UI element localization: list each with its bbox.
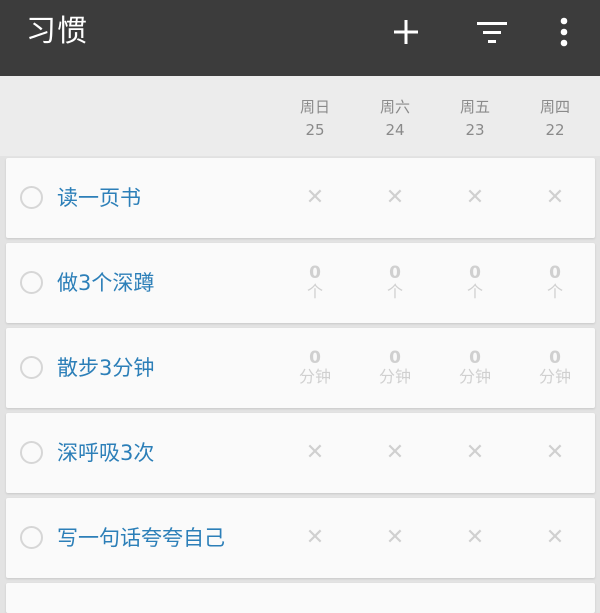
habit-count-cell[interactable]: 0 个 — [365, 243, 425, 323]
habit-name[interactable]: 散步3分钟 — [57, 353, 154, 383]
habit-count-cell[interactable]: 0 个 — [525, 243, 585, 323]
cross-mark-icon: ✕ — [305, 525, 325, 550]
habit-count-cell[interactable]: 0 分钟 — [525, 328, 585, 408]
day-column-header[interactable]: 周四 22 — [525, 96, 585, 142]
date-label: 24 — [385, 121, 405, 139]
filter-icon — [477, 22, 507, 43]
app-bar: 习惯 — [0, 0, 600, 76]
count-unit: 分钟 — [538, 367, 571, 386]
page-title: 习惯 — [26, 14, 88, 49]
count-value: 0 — [309, 263, 321, 283]
habit-score-ring — [20, 271, 43, 294]
date-label: 25 — [305, 121, 325, 139]
cross-mark-icon: ✕ — [385, 185, 405, 210]
count-unit: 分钟 — [378, 367, 411, 386]
count-value: 0 — [549, 348, 561, 368]
habit-check-cell[interactable]: ✕ — [445, 498, 505, 578]
weekday-label: 周六 — [379, 98, 410, 116]
filter-button[interactable] — [464, 0, 520, 64]
more-vert-icon — [560, 17, 568, 47]
day-column-header[interactable]: 周六 24 — [365, 96, 425, 142]
habit-check-cell[interactable]: ✕ — [445, 413, 505, 493]
cross-mark-icon: ✕ — [465, 440, 485, 465]
habit-count-cell[interactable]: 0 分钟 — [285, 328, 345, 408]
count-unit: 个 — [546, 282, 563, 301]
count-value: 0 — [389, 348, 401, 368]
plus-icon — [394, 20, 418, 44]
count-value: 0 — [469, 348, 481, 368]
habit-check-cell[interactable]: ✕ — [445, 158, 505, 238]
habit-row[interactable]: 散步3分钟 0 分钟 0 分钟 0 分钟 0 分钟 — [6, 328, 595, 408]
habit-check-cell[interactable]: ✕ — [285, 498, 345, 578]
cross-mark-icon: ✕ — [545, 525, 565, 550]
day-column-header[interactable]: 周日 25 — [285, 96, 345, 142]
cross-mark-icon: ✕ — [545, 185, 565, 210]
habit-name[interactable]: 读一页书 — [57, 183, 141, 213]
weekday-label: 周五 — [459, 98, 490, 116]
cross-mark-icon: ✕ — [385, 525, 405, 550]
day-column-header[interactable]: 周五 23 — [445, 96, 505, 142]
count-value: 0 — [389, 263, 401, 283]
weekday-label: 周日 — [299, 98, 330, 116]
habit-check-cell[interactable]: ✕ — [285, 413, 345, 493]
date-label: 22 — [545, 121, 565, 139]
habit-score-ring — [20, 356, 43, 379]
cross-mark-icon: ✕ — [305, 440, 325, 465]
habit-score-ring — [20, 186, 43, 209]
habit-check-cell[interactable]: ✕ — [365, 413, 425, 493]
count-unit: 个 — [386, 282, 403, 301]
cross-mark-icon: ✕ — [385, 440, 405, 465]
habit-name[interactable]: 深呼吸3次 — [57, 438, 154, 468]
count-unit: 个 — [466, 282, 483, 301]
habit-score-ring — [20, 526, 43, 549]
count-value: 0 — [309, 348, 321, 368]
habit-row[interactable]: 读一页书 ✕ ✕ ✕ ✕ — [6, 158, 595, 238]
habit-check-cell[interactable]: ✕ — [525, 413, 585, 493]
cross-mark-icon: ✕ — [465, 185, 485, 210]
habit-check-cell[interactable]: ✕ — [365, 498, 425, 578]
habit-check-cell[interactable]: ✕ — [285, 158, 345, 238]
habit-check-cell[interactable]: ✕ — [525, 158, 585, 238]
habit-score-ring — [20, 441, 43, 464]
count-value: 0 — [469, 263, 481, 283]
add-habit-button[interactable] — [378, 0, 434, 64]
habit-count-cell[interactable]: 0 个 — [285, 243, 345, 323]
cross-mark-icon: ✕ — [465, 525, 485, 550]
date-header: 周日 25 周六 24 周五 23 周四 22 — [0, 76, 600, 156]
habit-check-cell[interactable]: ✕ — [365, 158, 425, 238]
more-options-button[interactable] — [536, 0, 592, 64]
habit-row[interactable]: 做3个深蹲 0 个 0 个 0 个 0 个 — [6, 243, 595, 323]
count-value: 0 — [549, 263, 561, 283]
cross-mark-icon: ✕ — [545, 440, 565, 465]
habit-name[interactable]: 做3个深蹲 — [57, 268, 154, 298]
habit-check-cell[interactable]: ✕ — [525, 498, 585, 578]
count-unit: 分钟 — [298, 367, 331, 386]
habit-row[interactable]: 深呼吸3次 ✕ ✕ ✕ ✕ — [6, 413, 595, 493]
cross-mark-icon: ✕ — [305, 185, 325, 210]
habit-count-cell[interactable]: 0 分钟 — [365, 328, 425, 408]
date-label: 23 — [465, 121, 485, 139]
habit-count-cell[interactable]: 0 个 — [445, 243, 505, 323]
habit-name[interactable]: 写一句话夸夸自己 — [57, 523, 225, 553]
count-unit: 个 — [306, 282, 323, 301]
count-unit: 分钟 — [458, 367, 491, 386]
habit-row[interactable]: 写一句话夸夸自己 ✕ ✕ ✕ ✕ — [6, 498, 595, 578]
habit-count-cell[interactable]: 0 分钟 — [445, 328, 505, 408]
weekday-label: 周四 — [539, 98, 570, 116]
